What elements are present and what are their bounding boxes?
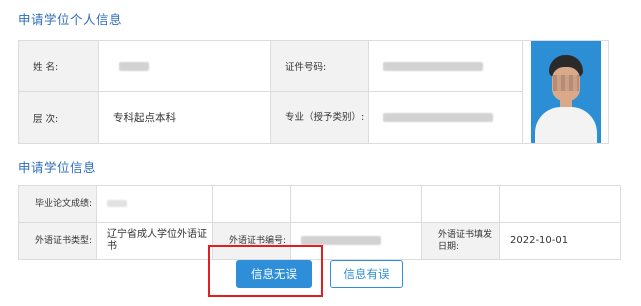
photo-cell: [522, 40, 609, 144]
major-label: 专业（授予类别）:: [270, 91, 369, 144]
thesis-score-value: [96, 185, 213, 223]
empty-cell: [421, 185, 500, 223]
lang-cert-type-label: 外语证书类型:: [18, 222, 97, 260]
empty-cell: [212, 185, 291, 223]
applicant-photo: [530, 41, 601, 143]
id-number-value: [368, 40, 523, 92]
name-value: [98, 40, 271, 92]
major-value: [368, 91, 523, 144]
highlight-box: [208, 245, 323, 297]
info-incorrect-button[interactable]: 信息有误: [330, 260, 403, 288]
personal-info-title: 申请学位个人信息: [18, 12, 123, 27]
empty-cell: [290, 185, 422, 223]
thesis-score-label: 毕业论文成绩:: [18, 185, 97, 223]
lang-cert-date-label: 外语证书填发日期:: [421, 222, 500, 260]
level-label: 层 次:: [18, 91, 99, 144]
degree-info-title: 申请学位信息: [18, 160, 97, 175]
empty-cell: [499, 185, 621, 223]
name-label: 姓 名:: [18, 40, 99, 92]
id-number-label: 证件号码:: [270, 40, 369, 92]
lang-cert-date-value: 2022-10-01: [499, 222, 621, 260]
level-value: 专科起点本科: [98, 91, 271, 144]
personal-info-table: 姓 名: 证件号码: 层 次: 专科起点本科 专业（授予类别）:: [18, 40, 609, 144]
lang-cert-type-value: 辽宁省成人学位外语证书: [96, 222, 213, 260]
